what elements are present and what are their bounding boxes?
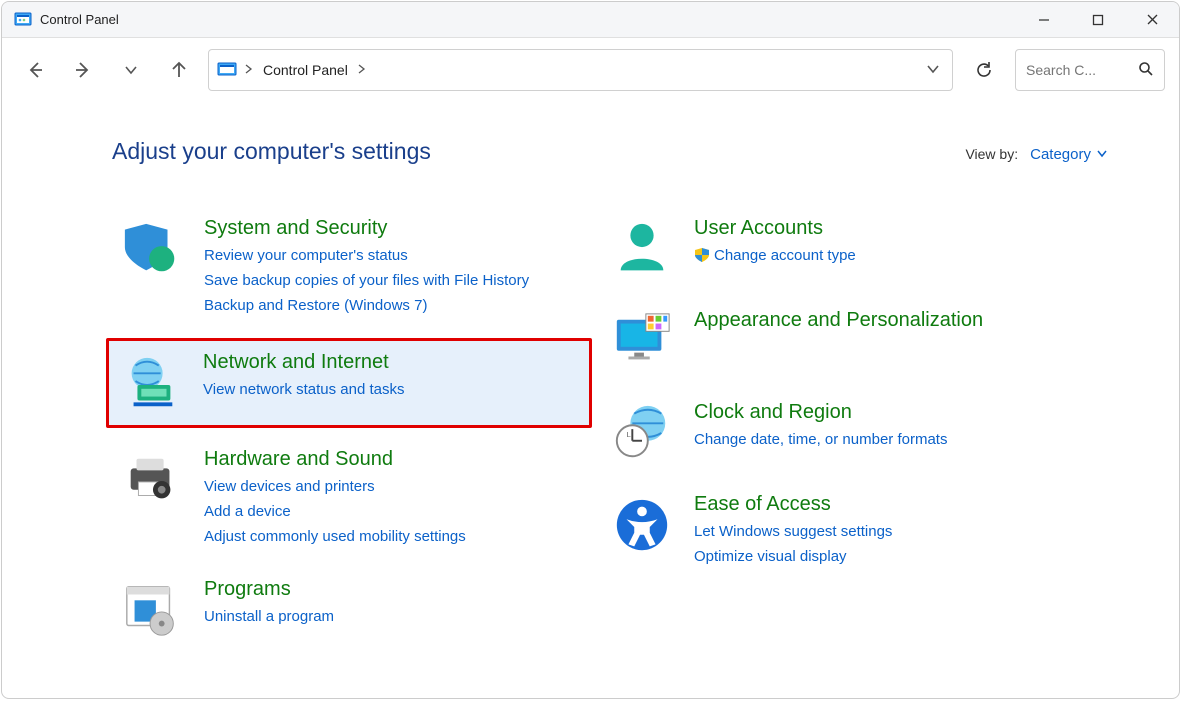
view-by-control: View by: Category (965, 146, 1107, 163)
search-input[interactable] (1026, 62, 1116, 78)
chevron-right-icon[interactable] (245, 64, 253, 77)
category-ease-of-access: Ease of Access Let Windows suggest setti… (602, 485, 1082, 578)
page-heading: Adjust your computer's settings (112, 138, 431, 165)
link-change-account-type[interactable]: Change account type (694, 244, 856, 272)
view-by-label: View by: (965, 146, 1018, 162)
maximize-button[interactable] (1071, 2, 1125, 38)
close-button[interactable] (1125, 2, 1179, 38)
history-dropdown[interactable] (112, 51, 150, 89)
category-title[interactable]: Ease of Access (694, 493, 892, 516)
toolbar: Control Panel (2, 38, 1179, 102)
window-frame: Control Panel (1, 1, 1180, 699)
minimize-button[interactable] (1017, 2, 1071, 38)
category-title[interactable]: System and Security (204, 217, 529, 240)
link-review-status[interactable]: Review your computer's status (204, 244, 529, 269)
link-uninstall-program[interactable]: Uninstall a program (204, 605, 334, 630)
programs-icon (120, 578, 184, 642)
category-hardware-sound: Hardware and Sound View devices and prin… (112, 440, 592, 557)
printer-icon (120, 448, 184, 512)
link-date-time-formats[interactable]: Change date, time, or number formats (694, 428, 947, 453)
category-system-security: System and Security Review your computer… (112, 209, 592, 326)
category-user-accounts: User Accounts Change account type (602, 209, 1082, 289)
user-icon (610, 217, 674, 281)
link-add-device[interactable]: Add a device (204, 500, 466, 525)
link-backup-restore[interactable]: Backup and Restore (Windows 7) (204, 294, 529, 319)
address-bar[interactable]: Control Panel (208, 49, 953, 91)
category-title[interactable]: Appearance and Personalization (694, 309, 983, 332)
network-icon (119, 351, 183, 415)
breadcrumb-root[interactable]: Control Panel (261, 62, 350, 78)
content-area: Adjust your computer's settings View by:… (2, 102, 1179, 698)
title-bar: Control Panel (2, 2, 1179, 38)
up-button[interactable] (160, 51, 198, 89)
view-by-value: Category (1030, 146, 1091, 163)
address-dropdown[interactable] (922, 58, 944, 83)
category-title[interactable]: Hardware and Sound (204, 448, 466, 471)
category-title[interactable]: User Accounts (694, 217, 856, 240)
back-button[interactable] (16, 51, 54, 89)
shield-icon (120, 217, 184, 281)
accessibility-icon (610, 493, 674, 557)
link-file-history[interactable]: Save backup copies of your files with Fi… (204, 269, 529, 294)
search-box[interactable] (1015, 49, 1165, 91)
window-title: Control Panel (40, 12, 119, 27)
category-appearance: Appearance and Personalization (602, 301, 1082, 381)
link-network-status[interactable]: View network status and tasks (203, 378, 405, 403)
link-text: Change account type (714, 247, 856, 264)
chevron-down-icon (1097, 150, 1107, 158)
refresh-button[interactable] (963, 49, 1005, 91)
category-title[interactable]: Network and Internet (203, 351, 405, 374)
monitor-icon (610, 309, 674, 373)
category-programs: Programs Uninstall a program (112, 570, 592, 650)
category-title[interactable]: Programs (204, 578, 334, 601)
control-panel-small-icon (217, 60, 237, 80)
category-clock-region: L Clock and Region Change date, time, or… (602, 393, 1082, 473)
category-title[interactable]: Clock and Region (694, 401, 947, 424)
control-panel-icon (14, 11, 32, 29)
chevron-right-icon[interactable] (358, 64, 366, 77)
view-by-dropdown[interactable]: Category (1030, 146, 1107, 163)
link-devices-printers[interactable]: View devices and printers (204, 475, 466, 500)
search-icon[interactable] (1138, 61, 1154, 80)
uac-shield-icon (694, 247, 710, 272)
link-mobility-settings[interactable]: Adjust commonly used mobility settings (204, 525, 466, 550)
link-suggest-settings[interactable]: Let Windows suggest settings (694, 520, 892, 545)
category-network-internet: Network and Internet View network status… (106, 338, 592, 428)
link-optimize-display[interactable]: Optimize visual display (694, 545, 892, 570)
forward-button[interactable] (64, 51, 102, 89)
clock-icon: L (610, 401, 674, 465)
left-column: System and Security Review your computer… (112, 209, 592, 662)
right-column: User Accounts Change account type Appear (602, 209, 1082, 662)
svg-text:L: L (627, 430, 632, 439)
